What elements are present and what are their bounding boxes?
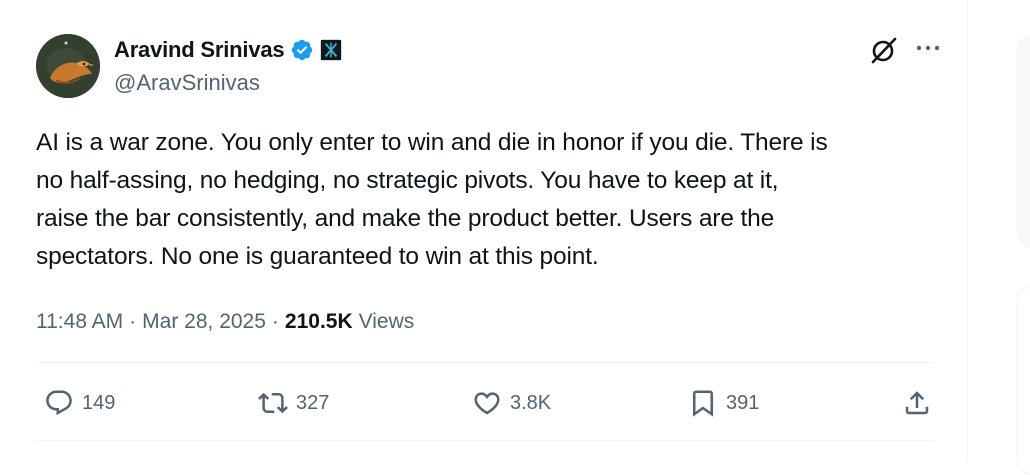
repost-button[interactable]: 327 xyxy=(258,386,329,420)
meta-separator: · xyxy=(129,310,137,333)
repost-count: 327 xyxy=(296,391,330,414)
heart-icon xyxy=(474,392,500,415)
share-icon xyxy=(905,391,929,415)
divider xyxy=(36,362,934,363)
tweet-time[interactable]: 11:48 AM xyxy=(36,310,123,334)
author-handle[interactable]: @AravSrinivas xyxy=(114,70,260,96)
more-icon[interactable] xyxy=(914,38,942,58)
meta-separator: · xyxy=(271,310,279,333)
bookmark-button[interactable]: 391 xyxy=(688,386,759,420)
reply-icon xyxy=(46,390,72,416)
like-count: 3.8K xyxy=(510,391,552,414)
avatar-image xyxy=(36,34,100,98)
avatar[interactable] xyxy=(36,34,100,98)
sidebar-card xyxy=(1017,285,1030,475)
verified-badge-icon[interactable] xyxy=(290,38,314,62)
views-count[interactable]: 210.5K xyxy=(285,310,353,334)
author-display-name[interactable]: Aravind Srinivas xyxy=(114,37,285,63)
sidebar-card xyxy=(1017,36,1030,248)
reply-button[interactable]: 149 xyxy=(44,386,115,420)
author-name-row: Aravind Srinivas xyxy=(114,36,343,64)
reply-count: 149 xyxy=(82,391,116,414)
bookmark-icon xyxy=(693,390,713,417)
views-label: Views xyxy=(358,310,415,333)
affiliate-badge-icon[interactable] xyxy=(320,39,343,61)
divider xyxy=(36,440,934,441)
share-button[interactable] xyxy=(902,386,932,420)
right-sidebar xyxy=(969,0,1030,475)
bookmark-count: 391 xyxy=(726,391,760,414)
tweet-date[interactable]: Mar 28, 2025 xyxy=(142,310,266,334)
grok-icon[interactable] xyxy=(868,34,900,66)
tweet-meta: 11:48 AM · Mar 28, 2025 · 210.5K Views xyxy=(36,305,414,339)
tweet-card: Aravind Srinivas @AravSrinivas AI is a w… xyxy=(0,0,968,460)
like-button[interactable]: 3.8K xyxy=(472,386,551,420)
repost-icon xyxy=(258,392,288,414)
tweet-text: AI is a war zone. You only enter to win … xyxy=(36,129,828,270)
